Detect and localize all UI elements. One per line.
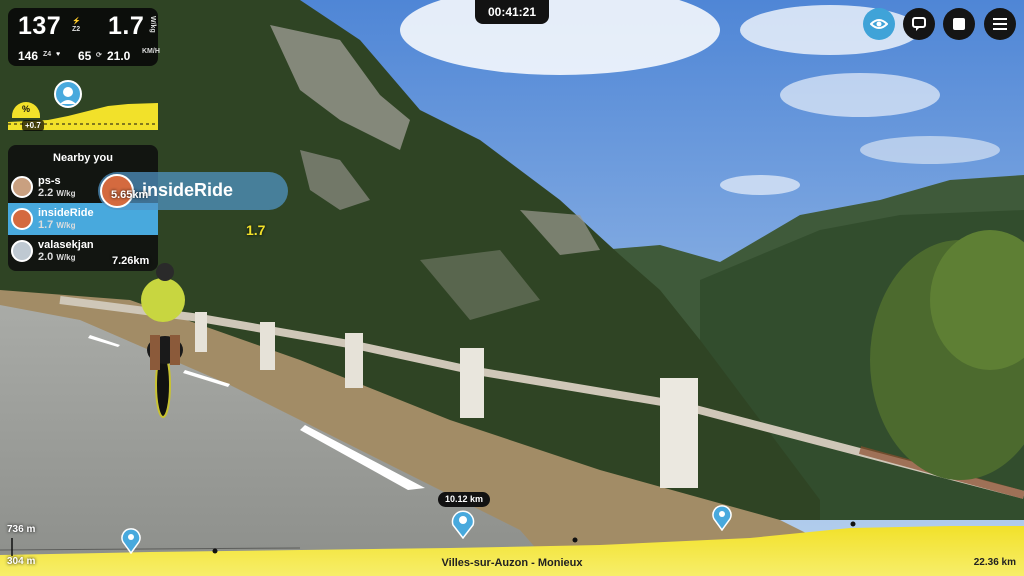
cadence-icon: ⟳ <box>96 52 102 59</box>
wkg-value: 1.7 <box>108 12 145 40</box>
min-elevation: 304 m <box>7 556 36 567</box>
rider-tag-wkg: 1.7 <box>246 222 266 238</box>
total-distance: 22.36 km <box>973 557 1016 568</box>
nearby-title: Nearby you <box>53 152 113 164</box>
ride-stats-panel: 137 ⚡ Z2 1.7 W/kg 146 Z4 ♥ 65 ⟳ 21.0 KM/… <box>8 8 160 66</box>
rider-wkg: 1.7 W/kg <box>38 219 76 231</box>
cadence-value: 65 <box>78 49 92 63</box>
avatar <box>11 208 33 230</box>
heart-icon: ♥ <box>56 51 61 58</box>
power-zone: ⚡ Z2 <box>72 18 81 33</box>
speed-value: 21.0 <box>107 49 131 63</box>
gap-distance: 5.65km <box>111 189 149 201</box>
menu-icon <box>993 18 1007 30</box>
elapsed-time: 00:41:21 <box>475 0 549 24</box>
current-distance: 10.12 km <box>438 492 490 507</box>
rider-marker[interactable] <box>120 528 142 559</box>
stop-icon <box>953 18 965 30</box>
heart-rate-value: 146 <box>18 49 39 63</box>
chat-button[interactable] <box>903 8 935 40</box>
rider-name: valasekjan <box>38 239 94 251</box>
power-value: 137 <box>18 12 62 40</box>
menu-button[interactable] <box>984 8 1016 40</box>
stop-button[interactable] <box>943 8 975 40</box>
current-position-marker[interactable] <box>450 509 476 544</box>
map-pin-icon <box>121 528 141 555</box>
speed-unit: KM/H <box>142 48 160 55</box>
route-name: Villes-sur-Auzon - Monieux <box>441 557 583 569</box>
view-toggle-button[interactable] <box>863 8 895 40</box>
rider-tag-name: insideRide <box>142 180 234 200</box>
power-unit-icon: ⚡ <box>72 18 81 25</box>
map-pin-icon <box>712 505 732 532</box>
rider-avatar-icon <box>60 87 76 104</box>
avatar <box>11 176 33 198</box>
chat-icon <box>912 17 926 31</box>
eye-icon <box>870 19 888 29</box>
map-pin-icon <box>451 510 475 540</box>
rider-position-marker <box>54 80 82 108</box>
other-rider-distance: 7.26km <box>112 255 150 267</box>
rider-marker[interactable] <box>711 505 733 536</box>
grade-value: +0.7 <box>22 120 44 131</box>
hr-zone: Z4 <box>43 51 52 58</box>
max-elevation: 736 m <box>7 524 36 535</box>
grade-widget: % +0.7 <box>8 78 160 131</box>
avatar <box>11 240 33 262</box>
wkg-unit: W/kg <box>149 16 156 33</box>
